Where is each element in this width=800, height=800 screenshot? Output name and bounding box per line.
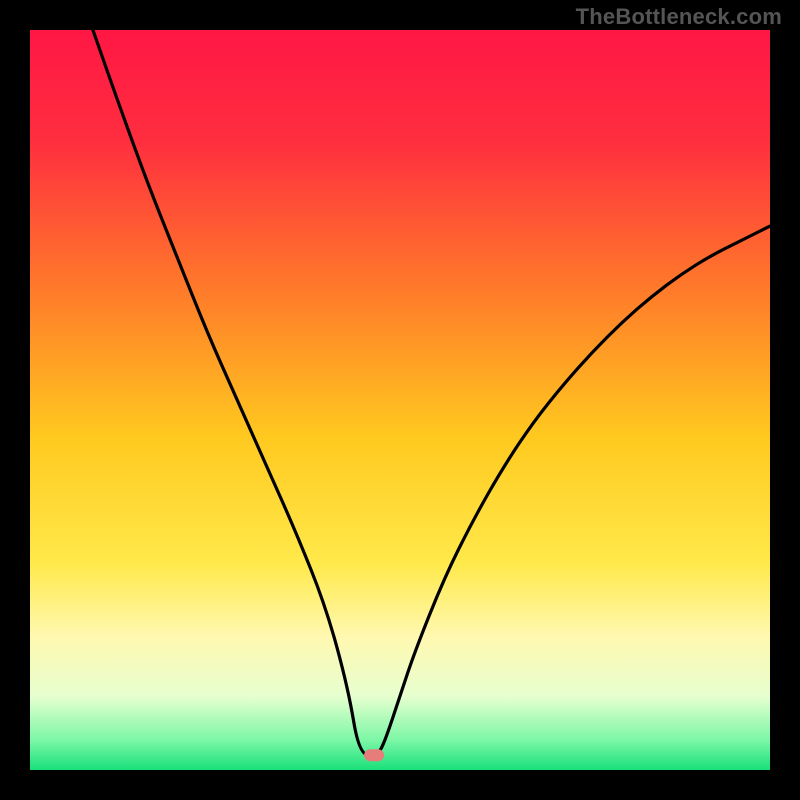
chart-svg	[30, 30, 770, 770]
optimal-marker	[364, 749, 384, 761]
chart-frame: TheBottleneck.com	[0, 0, 800, 800]
gradient-background	[30, 30, 770, 770]
plot-area	[30, 30, 770, 770]
watermark-text: TheBottleneck.com	[576, 4, 782, 30]
